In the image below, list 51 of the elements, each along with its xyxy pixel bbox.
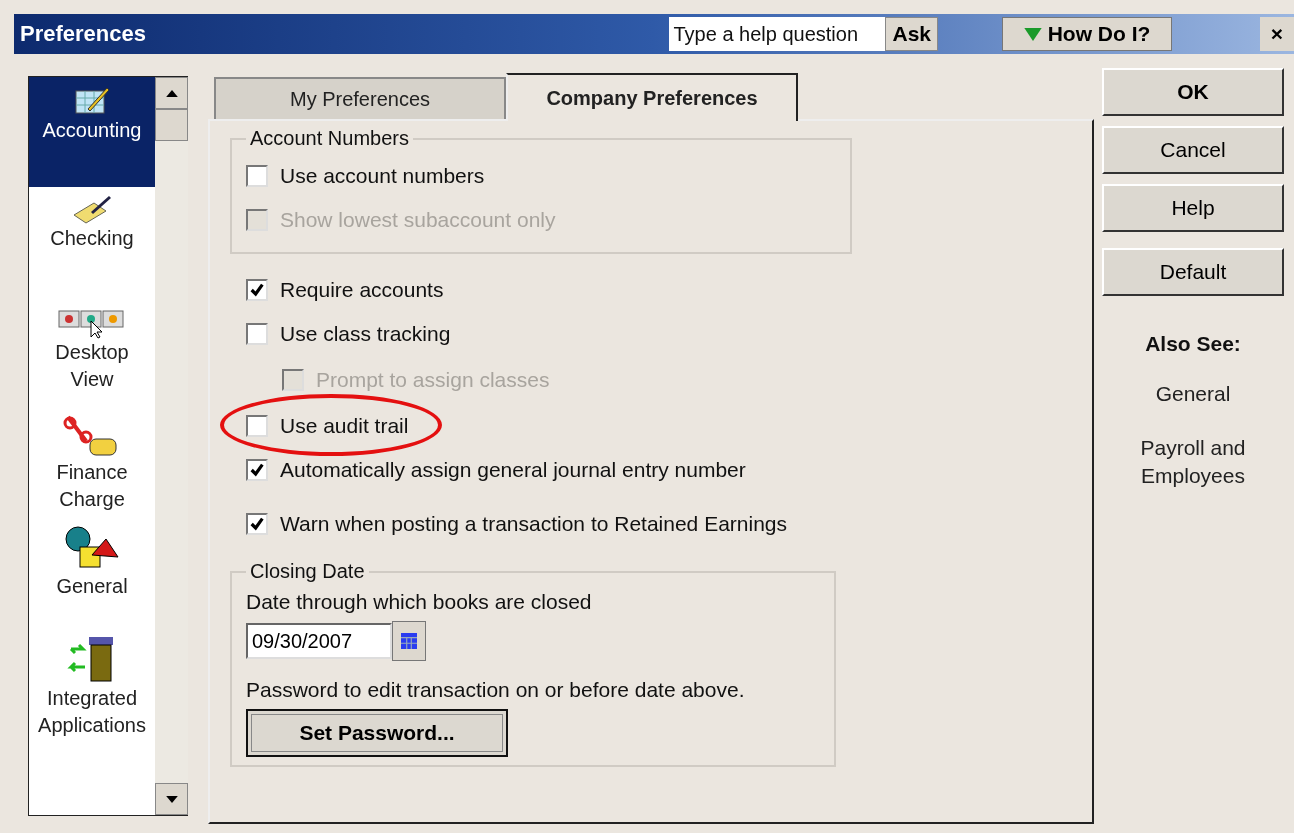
dialog-button[interactable]: OK <box>1102 68 1284 116</box>
checkbox[interactable] <box>246 165 268 187</box>
checkbox[interactable] <box>246 513 268 535</box>
checkbox-label: Use class tracking <box>280 322 451 346</box>
category-item[interactable]: General <box>29 517 155 627</box>
up-arrow-icon <box>165 89 178 97</box>
window-title: Preferences <box>19 21 147 47</box>
checkbox-label: Show lowest subaccount only <box>280 208 556 232</box>
checkbox-label: Warn when posting a transaction to Retained Earnings <box>280 512 787 536</box>
group-title: Closing Date <box>249 560 366 583</box>
tab[interactable]: Company Preferences <box>506 73 798 121</box>
category-item[interactable]: Integrated Applications <box>29 627 155 743</box>
checkbox[interactable] <box>246 279 268 301</box>
dialog-button[interactable]: Default <box>1102 248 1284 296</box>
category-item[interactable]: Desktop View <box>29 297 155 407</box>
dialog-button[interactable]: Cancel <box>1102 126 1284 174</box>
category-item[interactable]: Finance Charge <box>29 407 155 517</box>
calendar-icon <box>401 633 417 649</box>
scroll-bar[interactable] <box>155 77 188 815</box>
dialog-button[interactable]: Help <box>1102 184 1284 232</box>
help-search-field[interactable]: Type a help question <box>669 17 886 51</box>
checkbox-label: Use account numbers <box>280 164 485 188</box>
how-do-i-button[interactable]: How Do I? <box>1002 17 1172 51</box>
set-password-button[interactable]: Set Password... <box>246 709 508 757</box>
checkbox[interactable] <box>246 415 268 437</box>
checkbox-label: Use audit trail <box>280 414 409 438</box>
check-pen-icon <box>72 195 112 225</box>
also-see-link[interactable]: General <box>1133 380 1253 408</box>
password-hint: Password to edit transaction on or before date above. <box>246 677 746 703</box>
scroll-thumb[interactable] <box>155 109 188 141</box>
also-see-heading: Also See: <box>1145 332 1241 356</box>
field-label: Date through which books are closed <box>246 589 593 615</box>
triangle-icon <box>1023 27 1042 41</box>
group-title: Account Numbers <box>249 127 410 150</box>
ledger-pencil-icon <box>74 85 110 117</box>
checkbox-label: Prompt to assign classes <box>316 368 550 392</box>
scroll-up-button[interactable] <box>155 77 188 109</box>
close-button[interactable]: × <box>1260 17 1294 51</box>
also-see-link[interactable]: Payroll and Employees <box>1133 434 1253 490</box>
checkbox-label: Automatically assign general journal entry number <box>280 458 746 482</box>
date-field[interactable]: 09/30/2007 <box>246 623 392 659</box>
checkbox-label: Require accounts <box>280 278 444 302</box>
tab[interactable]: My Preferences <box>214 77 506 119</box>
category-item[interactable]: Checking <box>29 187 155 297</box>
ask-button[interactable]: Ask <box>885 17 938 51</box>
category-item[interactable]: Accounting <box>29 77 155 187</box>
checkbox[interactable] <box>246 323 268 345</box>
checkbox[interactable] <box>246 459 268 481</box>
calendar-button[interactable] <box>392 621 426 661</box>
down-arrow-icon <box>165 795 178 803</box>
scroll-down-button[interactable] <box>155 783 188 815</box>
